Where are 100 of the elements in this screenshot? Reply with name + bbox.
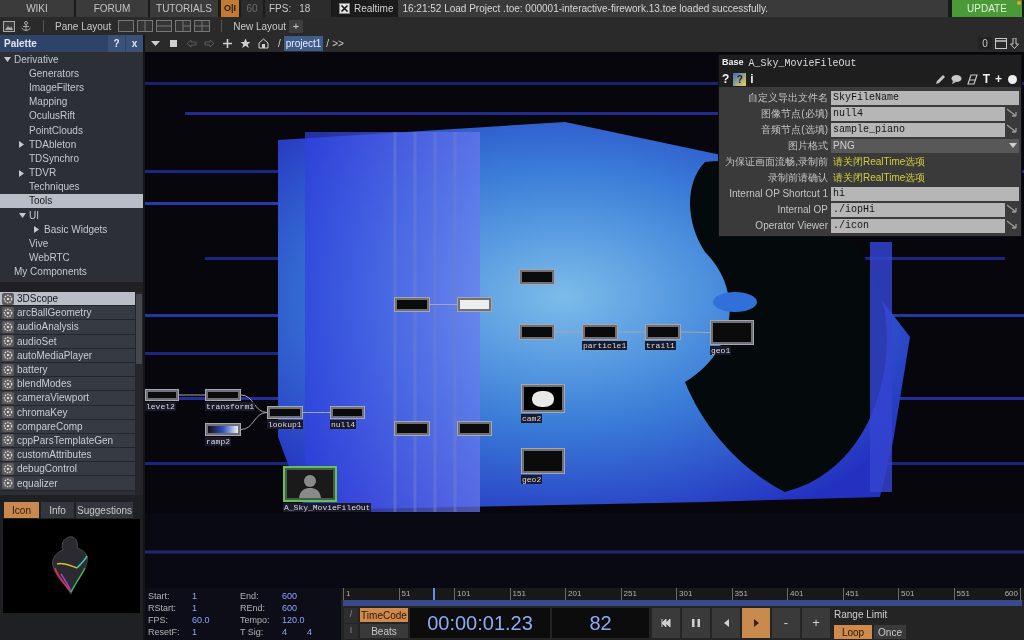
component-item[interactable]: cameraViewport — [0, 391, 135, 406]
tree-item[interactable]: ImageFilters — [0, 80, 143, 95]
operator-node[interactable] — [394, 421, 430, 436]
tree-item[interactable]: Mapping — [0, 94, 143, 109]
text-field[interactable]: ./iopHi — [831, 202, 1005, 217]
operator-node[interactable] — [457, 297, 492, 312]
path-link[interactable]: project1 — [283, 36, 324, 51]
tree-item[interactable]: Derivative — [0, 52, 143, 67]
operator-node[interactable] — [267, 406, 303, 419]
pencil-icon[interactable] — [934, 73, 946, 85]
triangle-right-icon[interactable] — [34, 226, 39, 234]
two-row-layout-icon[interactable] — [156, 20, 173, 32]
tree-item[interactable]: My Components — [0, 264, 143, 279]
text-field[interactable]: ./icon — [831, 218, 1005, 233]
diagonal-arrow-icon[interactable] — [1006, 107, 1019, 120]
text-field[interactable]: SkyFileName — [831, 90, 1019, 105]
component-item[interactable]: blendModes — [0, 377, 135, 392]
tool-button[interactable]: + — [995, 73, 1002, 85]
operator-node[interactable] — [394, 297, 430, 312]
time-mode-button[interactable]: Beats — [360, 624, 408, 638]
triangle-right-icon[interactable] — [19, 141, 24, 149]
add-layout-button[interactable]: + — [289, 19, 303, 33]
python-help-button[interactable]: ? — [733, 72, 747, 86]
single-pane-layout-icon[interactable] — [118, 20, 135, 32]
triangle-left-icon[interactable] — [722, 618, 730, 628]
component-item[interactable]: debugControl — [0, 462, 135, 477]
tree-item[interactable]: TDAbleton — [0, 137, 143, 152]
operator-node[interactable] — [519, 324, 555, 340]
link-button[interactable]: FORUM — [76, 0, 148, 17]
operator-node[interactable] — [519, 269, 555, 285]
link-button[interactable]: TUTORIALS — [150, 0, 218, 17]
tree-item[interactable]: WebRTC — [0, 250, 143, 265]
component-item[interactable]: equalizer — [0, 476, 135, 491]
stop-square-icon[interactable] — [168, 38, 179, 49]
transport-button[interactable]: + — [802, 608, 830, 638]
text-field[interactable]: sample_piano — [831, 122, 1005, 137]
operator-node[interactable] — [521, 384, 565, 413]
tree-item[interactable]: Generators — [0, 66, 143, 81]
triangle-down-icon[interactable] — [19, 213, 26, 219]
link-button[interactable]: WIKI — [0, 0, 74, 17]
transport-button[interactable] — [652, 608, 680, 638]
operator-node[interactable] — [145, 389, 179, 401]
dropdown-menu[interactable]: PNG — [831, 138, 1019, 153]
circle-icon[interactable] — [1007, 73, 1018, 85]
tree-item[interactable]: Basic Widgets — [0, 222, 143, 237]
range-option-button[interactable]: Loop — [834, 625, 872, 639]
operator-node[interactable] — [582, 324, 618, 340]
star-icon[interactable] — [240, 38, 251, 49]
tree-item[interactable]: TDSynchro — [0, 151, 143, 166]
transport-button[interactable] — [712, 608, 740, 638]
scrollbar-thumb[interactable] — [136, 294, 142, 364]
tree-item[interactable]: PointClouds — [0, 122, 143, 138]
home-icon[interactable] — [258, 38, 269, 49]
component-item[interactable]: arcBallGeometry — [0, 306, 135, 321]
component-item[interactable]: audioAnalysis — [0, 320, 135, 335]
small-toggle-button[interactable]: / — [344, 607, 358, 623]
text-field[interactable]: null4 — [831, 106, 1005, 121]
range-option-button[interactable]: Once — [874, 625, 906, 639]
tree-item[interactable]: Techniques — [0, 179, 143, 194]
tree-item[interactable]: TDVR — [0, 165, 143, 180]
tree-item[interactable]: Tools — [0, 193, 143, 209]
time-mode-button[interactable]: TimeCode — [360, 608, 408, 622]
operator-node[interactable] — [457, 421, 492, 436]
operator-node[interactable] — [645, 324, 681, 340]
text-field[interactable]: hi — [831, 186, 1019, 201]
operator-node[interactable] — [330, 406, 365, 419]
help-button[interactable]: i — [750, 73, 754, 85]
help-button[interactable]: ? — [722, 73, 730, 85]
perform-mode-toggle[interactable]: O|I — [221, 0, 239, 17]
scrollbar-track[interactable] — [135, 292, 143, 495]
triangle-right-icon[interactable] — [19, 169, 24, 177]
operator-node[interactable] — [283, 466, 337, 502]
anchor-icon[interactable] — [20, 20, 32, 32]
skip-to-start-icon[interactable] — [661, 618, 671, 628]
diagonal-arrow-icon[interactable] — [1006, 219, 1019, 232]
tree-item[interactable]: OculusRift — [0, 108, 143, 123]
diagonal-arrow-icon[interactable] — [1006, 123, 1019, 136]
parallelogram-icon[interactable] — [966, 73, 978, 85]
transport-button[interactable]: - — [772, 608, 800, 638]
tab[interactable]: Icon — [4, 502, 39, 518]
component-item[interactable]: 3DScope — [0, 292, 135, 307]
path-more-link[interactable]: >> — [332, 36, 344, 51]
triangle-down-icon[interactable] — [4, 57, 11, 62]
caret-down-icon[interactable] — [150, 38, 161, 49]
operator-node[interactable] — [710, 320, 754, 345]
tab[interactable]: Info — [41, 502, 74, 518]
picture-frame-icon[interactable] — [3, 20, 15, 32]
operator-node[interactable] — [205, 389, 241, 401]
transport-button[interactable] — [682, 608, 710, 638]
pause-icon[interactable] — [691, 618, 701, 628]
two-column-layout-icon[interactable] — [137, 20, 154, 32]
panel-header-button[interactable]: x — [126, 35, 143, 52]
window-icon[interactable] — [995, 38, 1007, 49]
play-icon[interactable] — [752, 618, 760, 628]
plus-icon[interactable] — [222, 38, 233, 49]
tool-button[interactable]: T — [982, 73, 990, 85]
component-item[interactable]: customAttributes — [0, 448, 135, 463]
panel-header-button[interactable]: ? — [108, 35, 125, 52]
checkbox[interactable] — [339, 3, 350, 14]
tab[interactable]: Suggestions — [76, 502, 133, 518]
